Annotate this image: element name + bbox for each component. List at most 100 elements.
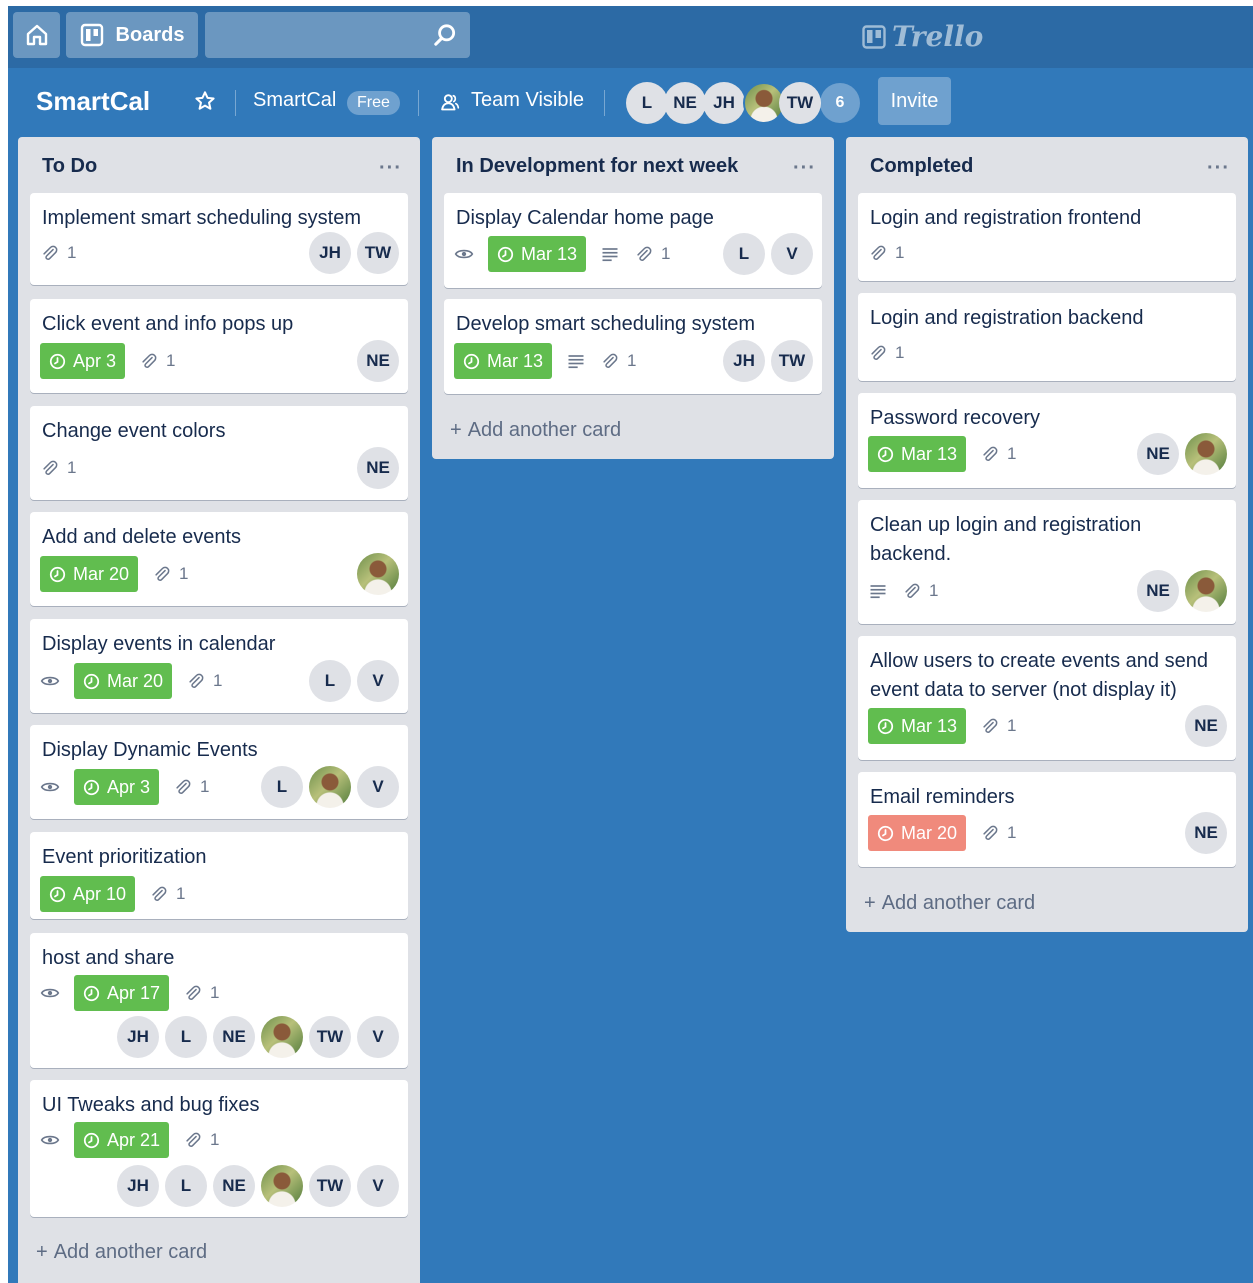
- team-name[interactable]: SmartCal: [253, 89, 336, 112]
- due-date-badge[interactable]: Apr 3: [74, 769, 160, 805]
- due-date-badge[interactable]: Mar 13: [868, 436, 967, 472]
- member-avatar[interactable]: NE: [1137, 433, 1179, 475]
- member-avatar-photo[interactable]: [357, 553, 399, 595]
- member-avatar[interactable]: V: [357, 660, 399, 702]
- member-avatar-photo[interactable]: [309, 766, 351, 808]
- attachment-badge: 1: [634, 244, 671, 264]
- add-card-button[interactable]: + Add another card: [450, 419, 621, 442]
- attachment-badge: 1: [173, 777, 210, 797]
- card[interactable]: Develop smart scheduling system Mar 13 1 JH…: [444, 299, 822, 394]
- invite-button[interactable]: Invite: [878, 77, 951, 125]
- trello-logo[interactable]: Trello: [862, 20, 983, 53]
- member-avatar[interactable]: L: [165, 1016, 207, 1058]
- card[interactable]: Password recovery Mar 13 1 NE: [858, 393, 1236, 488]
- list-menu-icon[interactable]: ···: [793, 157, 816, 180]
- due-date-badge[interactable]: Mar 20: [74, 663, 173, 699]
- list-menu-icon[interactable]: ···: [379, 157, 402, 180]
- card[interactable]: Clean up login and registration backend.…: [858, 500, 1236, 624]
- search-input[interactable]: [205, 12, 470, 58]
- member-avatar[interactable]: NE: [213, 1016, 255, 1058]
- member-count[interactable]: 6: [820, 83, 860, 123]
- card[interactable]: Login and registration frontend 1: [858, 193, 1236, 281]
- attachment-count: 1: [213, 671, 223, 690]
- member-avatar[interactable]: L: [309, 660, 351, 702]
- eye-badge: [40, 983, 60, 1003]
- star-icon[interactable]: [194, 90, 216, 112]
- add-card-button[interactable]: + Add another card: [864, 892, 1035, 915]
- clock-icon: [877, 718, 894, 734]
- add-card-button[interactable]: + Add another card: [36, 1241, 207, 1264]
- card[interactable]: Add and delete events Mar 20 1: [30, 512, 408, 606]
- member-avatar-photo[interactable]: [261, 1016, 303, 1058]
- card[interactable]: Display Calendar home page Mar 13 1 L V: [444, 193, 822, 288]
- card[interactable]: Display events in calendar Mar 20 1 L V: [30, 619, 408, 713]
- due-date-text: Apr 21: [107, 1129, 161, 1150]
- attachment-badge: 1: [980, 823, 1017, 843]
- card[interactable]: Allow users to create events and send ev…: [858, 636, 1236, 760]
- member-avatar[interactable]: NE: [664, 82, 706, 124]
- member-avatar[interactable]: V: [357, 766, 399, 808]
- member-avatar[interactable]: TW: [309, 1016, 351, 1058]
- board-visibility[interactable]: Team Visible: [471, 89, 584, 112]
- due-date-badge[interactable]: Apr 3: [40, 343, 126, 379]
- member-avatar[interactable]: JH: [309, 232, 351, 274]
- member-avatar[interactable]: TW: [771, 340, 813, 382]
- member-avatar[interactable]: L: [626, 82, 668, 124]
- due-date-badge[interactable]: Apr 21: [74, 1122, 170, 1158]
- member-avatar[interactable]: NE: [357, 447, 399, 489]
- card[interactable]: host and share Apr 17 1 JH L NE TW V: [30, 933, 408, 1068]
- member-avatar[interactable]: NE: [1185, 812, 1227, 854]
- list-title[interactable]: To Do: [42, 155, 97, 178]
- card-badges: 1: [868, 335, 904, 371]
- due-date-badge[interactable]: Mar 13: [488, 236, 587, 272]
- member-avatar[interactable]: V: [771, 233, 813, 275]
- due-date-badge[interactable]: Mar 20: [40, 556, 139, 592]
- clock-icon: [49, 353, 66, 369]
- member-avatar[interactable]: TW: [779, 82, 821, 124]
- member-avatar[interactable]: TW: [309, 1165, 351, 1207]
- paperclip-icon: [871, 245, 886, 260]
- card[interactable]: Change event colors 1 NE: [30, 406, 408, 500]
- member-avatar[interactable]: V: [357, 1165, 399, 1207]
- card[interactable]: Event prioritization Apr 10 1: [30, 832, 408, 919]
- member-avatar[interactable]: L: [165, 1165, 207, 1207]
- attachment-badge: 1: [980, 716, 1017, 736]
- card[interactable]: UI Tweaks and bug fixes Apr 21 1 JH L NE TW V: [30, 1080, 408, 1217]
- due-date-badge[interactable]: Mar 13: [868, 708, 967, 744]
- member-avatar[interactable]: NE: [1185, 705, 1227, 747]
- card[interactable]: Login and registration backend 1: [858, 293, 1236, 381]
- due-date-badge[interactable]: Mar 13: [454, 343, 553, 379]
- due-date-text: Mar 13: [521, 243, 578, 264]
- card[interactable]: Implement smart scheduling system 1 JH TW: [30, 193, 408, 285]
- card-members: NE: [357, 447, 399, 489]
- member-avatar[interactable]: L: [261, 766, 303, 808]
- clock-icon: [49, 886, 66, 902]
- home-button[interactable]: [13, 12, 60, 58]
- member-avatar[interactable]: NE: [1137, 570, 1179, 612]
- due-date-badge[interactable]: Apr 17: [74, 975, 170, 1011]
- member-avatar[interactable]: JH: [703, 82, 745, 124]
- board-title[interactable]: SmartCal: [36, 86, 150, 117]
- list-title[interactable]: Completed: [870, 155, 973, 178]
- member-avatar[interactable]: JH: [723, 340, 765, 382]
- member-avatar[interactable]: NE: [357, 340, 399, 382]
- member-avatar-photo[interactable]: [1185, 433, 1227, 475]
- member-avatar[interactable]: TW: [357, 232, 399, 274]
- member-avatar-photo[interactable]: [261, 1165, 303, 1207]
- list-menu-icon[interactable]: ···: [1207, 157, 1230, 180]
- list-title[interactable]: In Development for next week: [456, 155, 738, 178]
- member-avatar[interactable]: JH: [117, 1165, 159, 1207]
- due-date-badge[interactable]: Mar 20: [868, 815, 967, 851]
- card-title: Display Dynamic Events: [42, 739, 258, 761]
- due-date-badge[interactable]: Apr 10: [40, 876, 136, 912]
- card[interactable]: Click event and info pops up Apr 3 1 NE: [30, 299, 408, 393]
- boards-button[interactable]: Boards: [66, 12, 198, 58]
- card[interactable]: Email reminders Mar 20 1 NE: [858, 772, 1236, 867]
- member-avatar-photo[interactable]: [1185, 570, 1227, 612]
- member-avatar[interactable]: JH: [117, 1016, 159, 1058]
- member-avatar[interactable]: L: [723, 233, 765, 275]
- member-avatar[interactable]: V: [357, 1016, 399, 1058]
- attachment-badge: 1: [183, 1130, 220, 1150]
- member-avatar[interactable]: NE: [213, 1165, 255, 1207]
- card[interactable]: Display Dynamic Events Apr 3 1 L V: [30, 725, 408, 819]
